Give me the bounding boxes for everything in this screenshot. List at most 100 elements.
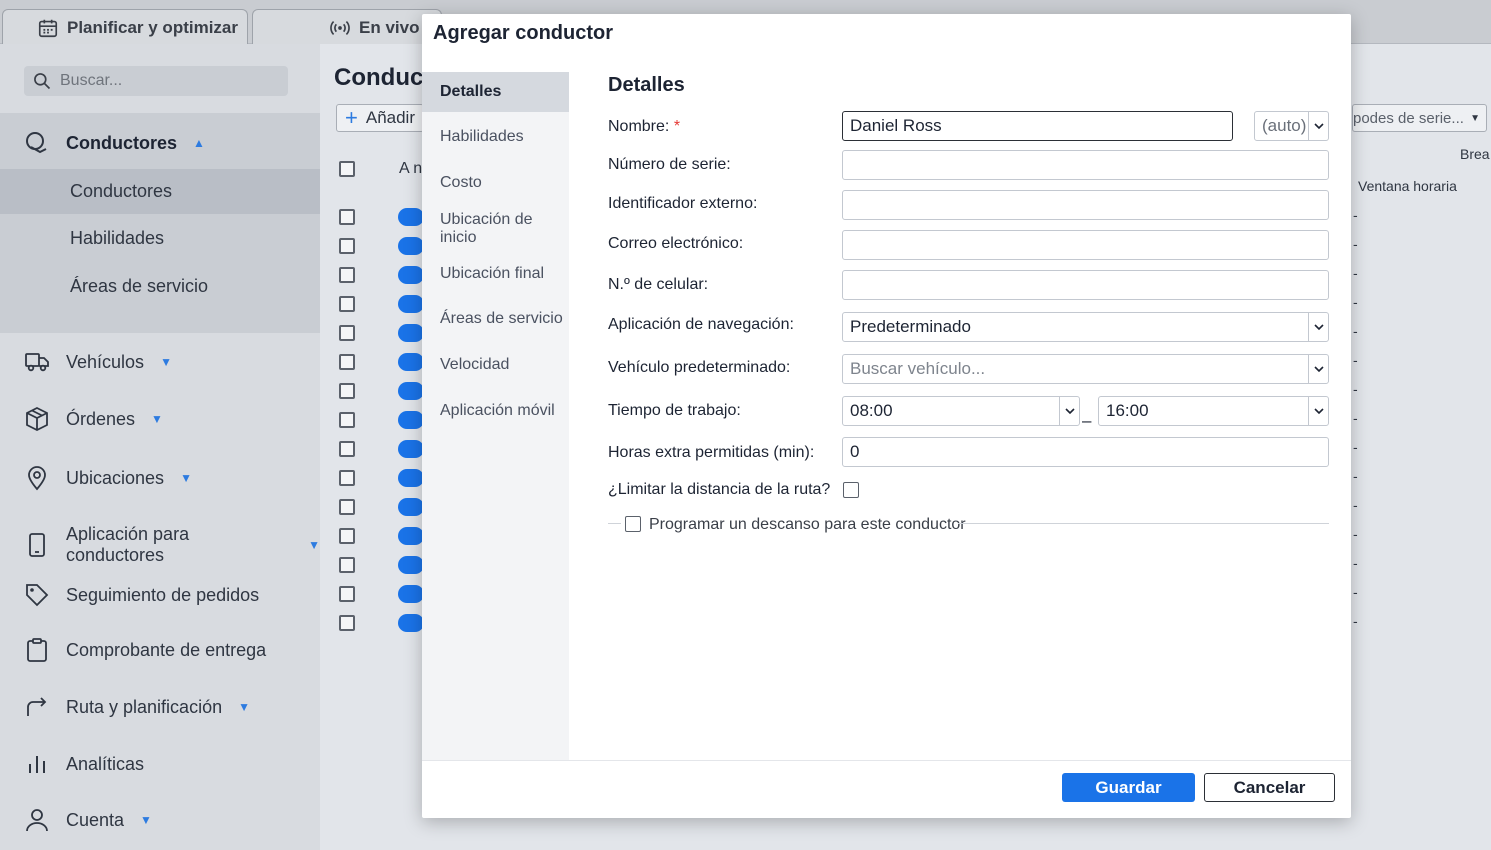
- dialog-nav-details[interactable]: Detalles: [422, 72, 569, 112]
- row-active-toggle[interactable]: [398, 208, 424, 226]
- row-active-toggle[interactable]: [398, 324, 424, 342]
- row-active-toggle[interactable]: [398, 237, 424, 255]
- save-button[interactable]: Guardar: [1062, 773, 1195, 802]
- chevron-down-icon: [1308, 355, 1328, 383]
- time-window-cell: -: [1353, 584, 1358, 600]
- caret-down-icon: ▼: [140, 813, 152, 827]
- sidebar-subitem-service-areas[interactable]: Áreas de servicio: [70, 276, 208, 297]
- tab-plan-optimize[interactable]: Planificar y optimizar: [2, 9, 248, 45]
- external-id-label: Identificador externo:: [608, 195, 758, 212]
- nav-app-value: Predeterminado: [850, 317, 971, 336]
- dialog-nav-skills[interactable]: Habilidades: [422, 117, 569, 157]
- dialog-nav-cost[interactable]: Costo: [422, 163, 569, 203]
- default-vehicle-select[interactable]: Buscar vehículo...: [842, 354, 1329, 384]
- plus-icon: +: [345, 105, 358, 130]
- phone-input[interactable]: [842, 270, 1329, 300]
- cancel-button[interactable]: Cancelar: [1204, 773, 1335, 802]
- phone-icon: [29, 533, 45, 557]
- caret-down-icon: ▼: [1470, 112, 1480, 124]
- name-auto-select[interactable]: (auto): [1254, 111, 1329, 141]
- row-checkbox[interactable]: [339, 412, 355, 428]
- serial-number-input[interactable]: [842, 150, 1329, 180]
- time-window-cell: -: [1353, 381, 1358, 397]
- overtime-input[interactable]: [842, 437, 1329, 467]
- row-checkbox[interactable]: [339, 499, 355, 515]
- work-time-start-select[interactable]: 08:00: [842, 396, 1080, 426]
- external-id-input[interactable]: [842, 190, 1329, 220]
- section-title: Detalles: [608, 74, 685, 96]
- add-driver-button[interactable]: + Añadir: [336, 104, 424, 132]
- work-time-end-select[interactable]: 16:00: [1098, 396, 1329, 426]
- sidebar-item-drivers[interactable]: Conductores ▲: [24, 130, 205, 156]
- dialog-nav-service-areas[interactable]: Áreas de servicio: [422, 299, 569, 339]
- limit-distance-checkbox[interactable]: [843, 482, 859, 498]
- route-arrow-icon: [27, 697, 47, 716]
- sidebar-item-order-tracking[interactable]: Seguimiento de pedidos: [24, 582, 259, 608]
- dialog-title: Agregar conductor: [433, 22, 614, 44]
- row-active-toggle[interactable]: [398, 382, 424, 400]
- sidebar-item-orders[interactable]: Órdenes ▼: [24, 406, 163, 432]
- sidebar-item-analytics[interactable]: Analíticas: [24, 751, 144, 777]
- row-checkbox[interactable]: [339, 557, 355, 573]
- row-checkbox[interactable]: [339, 528, 355, 544]
- sidebar-item-driver-app[interactable]: Aplicación para conductores ▼: [24, 524, 320, 566]
- sidebar-search[interactable]: [24, 66, 288, 96]
- row-active-toggle[interactable]: [398, 353, 424, 371]
- time-window-cell: -: [1353, 236, 1358, 252]
- row-checkbox[interactable]: [339, 586, 355, 602]
- sidebar-subitem-skills[interactable]: Habilidades: [70, 228, 164, 249]
- row-checkbox[interactable]: [339, 325, 355, 341]
- row-checkbox[interactable]: [339, 615, 355, 631]
- row-checkbox[interactable]: [339, 296, 355, 312]
- sidebar-search-input[interactable]: [60, 72, 280, 90]
- row-checkbox[interactable]: [339, 238, 355, 254]
- time-window-cell: -: [1353, 265, 1358, 281]
- sidebar-item-account[interactable]: Cuenta ▼: [24, 807, 152, 833]
- tab-live[interactable]: En vivo: [252, 9, 442, 45]
- row-checkbox[interactable]: [339, 267, 355, 283]
- row-active-toggle[interactable]: [398, 498, 424, 516]
- sidebar-item-locations[interactable]: Ubicaciones ▼: [24, 465, 192, 491]
- column-select-label: podes de serie...: [1353, 109, 1464, 127]
- row-checkbox[interactable]: [339, 470, 355, 486]
- sidebar-item-vehicles[interactable]: Vehículos ▼: [24, 349, 172, 375]
- sidebar-item-driver-app-label: Aplicación para conductores: [66, 524, 190, 565]
- name-auto-value: (auto): [1262, 116, 1307, 135]
- sidebar-item-proof-of-delivery[interactable]: Comprobante de entrega: [24, 637, 266, 663]
- name-input[interactable]: [842, 111, 1233, 141]
- row-active-toggle[interactable]: [398, 440, 424, 458]
- dialog-nav-speed[interactable]: Velocidad: [422, 345, 569, 385]
- row-checkbox[interactable]: [339, 354, 355, 370]
- select-all-checkbox[interactable]: [339, 161, 355, 177]
- row-active-toggle[interactable]: [398, 556, 424, 574]
- tab-live-label: En vivo: [359, 17, 420, 37]
- work-time-start-value: 08:00: [850, 401, 893, 420]
- row-active-toggle[interactable]: [398, 411, 424, 429]
- email-input[interactable]: [842, 230, 1329, 260]
- row-checkbox[interactable]: [339, 383, 355, 399]
- tab-plan-optimize-label: Planificar y optimizar: [67, 17, 238, 37]
- sidebar-item-locations-label: Ubicaciones: [66, 467, 165, 488]
- limit-distance-label: ¿Limitar la distancia de la ruta?: [608, 481, 831, 498]
- sidebar-item-vehicles-label: Vehículos: [66, 351, 145, 372]
- row-active-toggle[interactable]: [398, 614, 424, 632]
- column-select[interactable]: podes de serie... ▼: [1352, 104, 1487, 132]
- row-active-toggle[interactable]: [398, 469, 424, 487]
- dialog-nav-mobile-app[interactable]: Aplicación móvil: [422, 391, 569, 431]
- row-checkbox[interactable]: [339, 441, 355, 457]
- sidebar-item-route-planning[interactable]: Ruta y planificación ▼: [24, 694, 250, 720]
- schedule-break-label: Programar un descanso para este conducto…: [649, 516, 966, 533]
- dialog-nav-start-location[interactable]: Ubicación de inicio: [422, 209, 569, 249]
- dialog-nav-end-location[interactable]: Ubicación final: [422, 254, 569, 294]
- row-active-toggle[interactable]: [398, 266, 424, 284]
- row-active-toggle[interactable]: [398, 295, 424, 313]
- nav-app-label: Aplicación de navegación:: [608, 316, 794, 333]
- schedule-break-checkbox[interactable]: [625, 516, 641, 532]
- time-window-cell: -: [1353, 352, 1358, 368]
- nav-app-select[interactable]: Predeterminado: [842, 312, 1329, 342]
- sidebar-subitem-drivers[interactable]: Conductores: [70, 181, 172, 202]
- row-checkbox[interactable]: [339, 209, 355, 225]
- row-active-toggle[interactable]: [398, 527, 424, 545]
- row-active-toggle[interactable]: [398, 585, 424, 603]
- chevron-down-icon: [1059, 397, 1079, 425]
